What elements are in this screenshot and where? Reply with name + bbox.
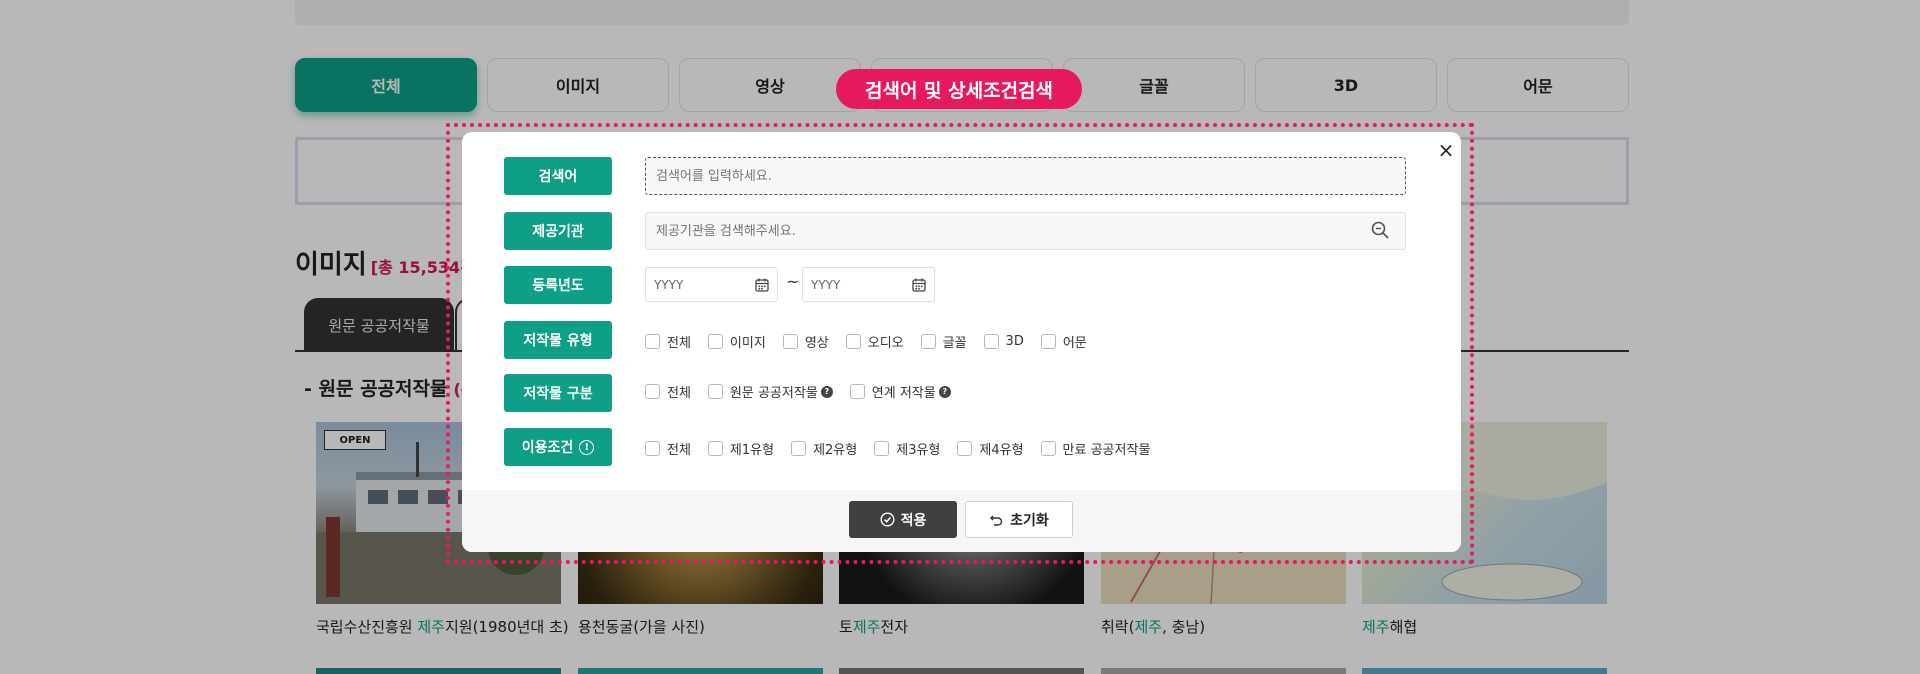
type-option-3d[interactable]: 3D bbox=[983, 334, 1024, 349]
modal-footer bbox=[462, 490, 1461, 552]
apply-button[interactable]: 적용 bbox=[849, 501, 957, 538]
checkbox[interactable] bbox=[707, 384, 723, 399]
search-filter-modal: × 검색어 제공기관 등록년도 YYYY ~ YYYY bbox=[462, 132, 1461, 552]
work-category-options: 전체 원문 공공저작물? 연계 저작물? bbox=[645, 382, 968, 401]
category-option-original[interactable]: 원문 공공저작물? bbox=[707, 382, 833, 401]
checkbox[interactable] bbox=[707, 334, 723, 349]
year-range-separator: ~ bbox=[786, 272, 800, 291]
type-option-all[interactable]: 전체 bbox=[645, 332, 691, 351]
category-option-all[interactable]: 전체 bbox=[645, 382, 691, 401]
option-label: 만료 공공저작물 bbox=[1062, 443, 1151, 458]
check-circle-icon bbox=[880, 512, 895, 527]
usage-option-type3[interactable]: 제3유형 bbox=[874, 439, 940, 458]
option-label: 제4유형 bbox=[979, 443, 1024, 458]
checkbox[interactable] bbox=[707, 441, 723, 456]
usage-option-type1[interactable]: 제1유형 bbox=[707, 439, 775, 458]
provider-input[interactable] bbox=[645, 212, 1406, 250]
checkbox[interactable] bbox=[874, 441, 890, 456]
checkbox[interactable] bbox=[983, 334, 999, 349]
label-work-category: 저작물 구분 bbox=[504, 374, 612, 412]
usage-option-all[interactable]: 전체 bbox=[645, 439, 691, 458]
checkbox[interactable] bbox=[645, 441, 660, 456]
year-from-placeholder: YYYY bbox=[654, 277, 684, 292]
category-option-linked[interactable]: 연계 저작물? bbox=[849, 382, 951, 401]
checkbox[interactable] bbox=[645, 384, 660, 399]
option-label: 전체 bbox=[667, 386, 691, 401]
usage-option-type2[interactable]: 제2유형 bbox=[791, 439, 857, 458]
reset-button[interactable]: 초기화 bbox=[965, 501, 1073, 538]
calendar-icon[interactable] bbox=[912, 278, 926, 292]
usage-option-type4[interactable]: 제4유형 bbox=[957, 439, 1024, 458]
type-option-video[interactable]: 영상 bbox=[782, 332, 829, 351]
label-provider: 제공기관 bbox=[504, 212, 612, 250]
close-icon[interactable]: × bbox=[1434, 138, 1458, 162]
option-label: 3D bbox=[1005, 334, 1024, 349]
type-option-audio[interactable]: 오디오 bbox=[845, 332, 904, 351]
year-to-input[interactable]: YYYY bbox=[802, 267, 935, 302]
undo-icon bbox=[990, 515, 1003, 526]
year-to-placeholder: YYYY bbox=[811, 277, 841, 292]
type-option-font[interactable]: 글꼴 bbox=[920, 332, 967, 351]
option-label: 원문 공공저작물 bbox=[729, 386, 818, 401]
work-type-options: 전체 이미지 영상 오디오 글꼴 3D 어문 bbox=[645, 332, 1104, 351]
option-label: 전체 bbox=[667, 336, 691, 351]
label-year: 등록년도 bbox=[504, 266, 612, 304]
help-icon[interactable]: ? bbox=[938, 385, 951, 398]
checkbox[interactable] bbox=[849, 384, 865, 399]
checkbox[interactable] bbox=[782, 334, 798, 349]
help-icon[interactable]: ? bbox=[820, 385, 833, 398]
option-label: 영상 bbox=[804, 336, 829, 351]
option-label: 제3유형 bbox=[896, 443, 941, 458]
info-icon[interactable]: ! bbox=[579, 439, 595, 455]
label-usage-terms-text: 이용조건 bbox=[521, 440, 574, 456]
option-label: 연계 저작물 bbox=[871, 386, 936, 401]
label-work-type: 저작물 유형 bbox=[504, 321, 612, 359]
option-label: 글꼴 bbox=[942, 336, 967, 351]
option-label: 오디오 bbox=[867, 336, 904, 351]
type-option-text[interactable]: 어문 bbox=[1040, 332, 1087, 351]
checkbox[interactable] bbox=[791, 441, 807, 456]
annotation-badge: 검색어 및 상세조건검색 bbox=[836, 69, 1082, 109]
option-label: 이미지 bbox=[729, 336, 766, 351]
checkbox[interactable] bbox=[1040, 441, 1056, 456]
checkbox[interactable] bbox=[645, 334, 660, 349]
keyword-input[interactable] bbox=[645, 157, 1406, 195]
search-icon[interactable] bbox=[1370, 220, 1390, 240]
year-from-input[interactable]: YYYY bbox=[645, 267, 778, 302]
apply-button-label: 적용 bbox=[900, 512, 927, 529]
checkbox[interactable] bbox=[845, 334, 861, 349]
option-label: 제2유형 bbox=[813, 443, 858, 458]
usage-terms-options: 전체 제1유형 제2유형 제3유형 제4유형 만료 공공저작물 bbox=[645, 439, 1167, 458]
reset-button-label: 초기화 bbox=[1010, 512, 1049, 529]
option-label: 어문 bbox=[1062, 336, 1087, 351]
checkbox[interactable] bbox=[920, 334, 936, 349]
checkbox[interactable] bbox=[1040, 334, 1056, 349]
option-label: 전체 bbox=[667, 443, 691, 458]
usage-option-expired[interactable]: 만료 공공저작물 bbox=[1040, 439, 1151, 458]
type-option-image[interactable]: 이미지 bbox=[707, 332, 766, 351]
checkbox[interactable] bbox=[957, 441, 973, 456]
label-keyword: 검색어 bbox=[504, 157, 612, 195]
option-label: 제1유형 bbox=[729, 443, 775, 458]
calendar-icon[interactable] bbox=[755, 278, 769, 292]
label-usage-terms: 이용조건! bbox=[504, 428, 612, 466]
